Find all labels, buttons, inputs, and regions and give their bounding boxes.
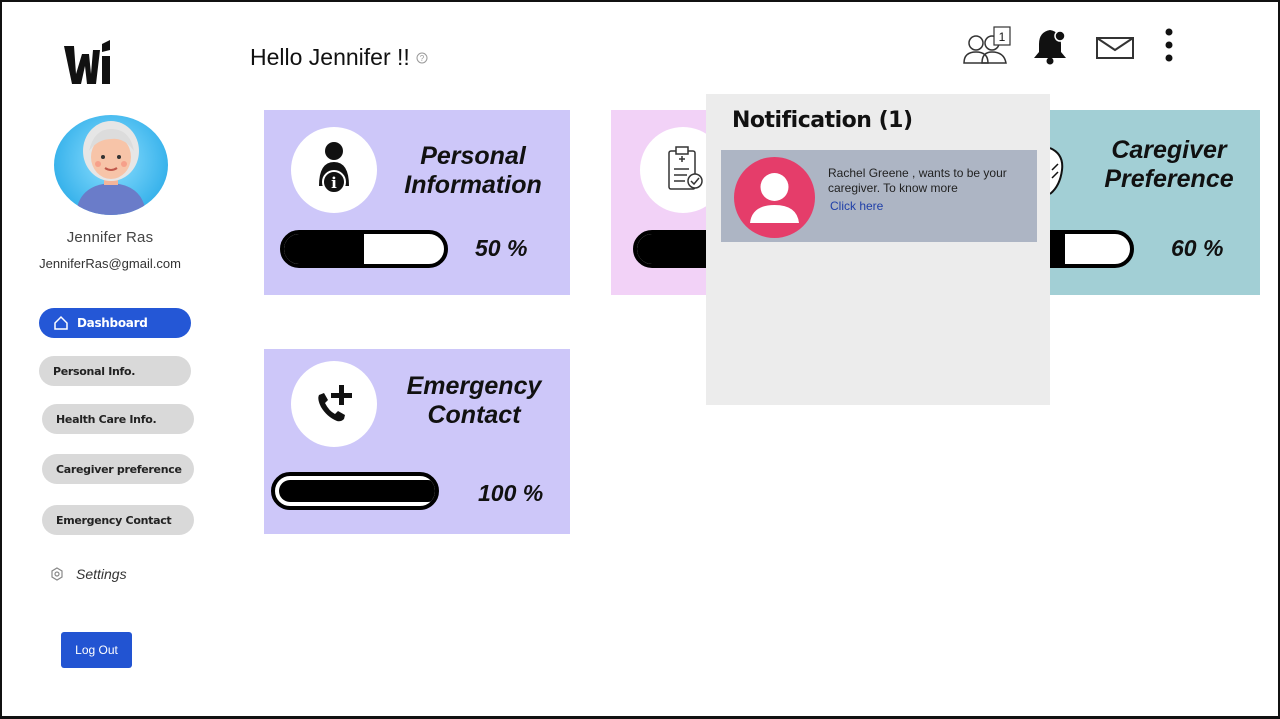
card-health-care-info[interactable] — [611, 110, 801, 295]
notifications-button[interactable] — [1030, 26, 1070, 66]
notification-panel: Notification (1) Rachel Greene , wants t… — [706, 94, 1050, 405]
app-logo — [64, 40, 110, 84]
card-personal-information[interactable]: i Personal Information 50 % — [264, 110, 570, 295]
progress-fill — [279, 480, 435, 502]
user-name: Jennifer Ras — [66, 229, 154, 246]
bell-icon — [1034, 30, 1066, 65]
notification-link[interactable]: Click here — [830, 199, 883, 213]
nav-dashboard-label: Dashboard — [77, 316, 148, 330]
greeting-text: Hello Jennifer !! — [250, 44, 410, 70]
card-title-line: Contact — [427, 401, 521, 429]
clipboard-check-icon — [668, 146, 703, 190]
caregiver-requests-button[interactable]: 1 — [962, 26, 1012, 66]
settings-link[interactable]: Settings — [50, 566, 127, 582]
avatar — [54, 115, 168, 215]
page-title: Hello Jennifer !! ? — [250, 44, 428, 71]
nav-health-care-info[interactable]: Health Care Info. — [42, 404, 194, 434]
progress-bar — [271, 472, 439, 510]
notification-panel-title: Notification (1) — [732, 108, 913, 133]
requests-count-badge: 1 — [999, 30, 1006, 44]
svg-text:i: i — [331, 174, 337, 192]
user-email: JenniferRas@gmail.com — [39, 256, 181, 271]
card-icon-circle — [291, 361, 377, 447]
card-title-line: Caregiver — [1111, 136, 1227, 164]
notification-message: Rachel Greene , wants to be your caregiv… — [828, 166, 1007, 195]
svg-text:?: ? — [420, 54, 425, 63]
person-info-icon: i — [319, 142, 349, 194]
nav-caregiver-preference-label: Caregiver preference — [56, 462, 182, 476]
card-caregiver-preference[interactable]: Caregiver Preference 60 % — [964, 110, 1260, 295]
logout-button[interactable]: Log Out — [61, 632, 132, 668]
card-title-line: Preference — [1104, 165, 1234, 193]
app-frame — [0, 0, 1280, 719]
more-vertical-icon — [1165, 28, 1173, 62]
nav-dashboard[interactable]: Dashboard — [39, 308, 191, 338]
progress-bar — [280, 230, 448, 268]
nav-emergency-contact[interactable]: Emergency Contact — [42, 505, 194, 535]
notification-item[interactable]: Rachel Greene , wants to be your caregiv… — [721, 150, 1037, 242]
users-icon: 1 — [963, 26, 1011, 64]
messages-button[interactable] — [1095, 35, 1135, 61]
handshake-icon — [1050, 147, 1064, 195]
phone-plus-icon — [318, 385, 352, 422]
card-title: Caregiver Preference — [1086, 136, 1252, 194]
gear-icon — [51, 567, 63, 581]
home-icon — [54, 315, 68, 330]
more-menu-button[interactable] — [1158, 26, 1180, 66]
mail-icon — [1096, 37, 1134, 59]
card-emergency-contact[interactable]: Emergency Contact 100 % — [264, 349, 570, 534]
nav-caregiver-preference[interactable]: Caregiver preference — [42, 454, 194, 484]
nav-emergency-contact-label: Emergency Contact — [56, 513, 172, 527]
card-title-line: Emergency — [406, 372, 542, 400]
user-icon — [750, 173, 799, 223]
help-icon[interactable]: ? — [416, 52, 428, 64]
nav-health-care-info-label: Health Care Info. — [56, 412, 157, 426]
avatar — [734, 157, 815, 238]
card-title-line: Personal — [420, 142, 526, 170]
card-title: Personal Information — [390, 142, 556, 200]
nav-personal-info[interactable]: Personal Info. — [39, 356, 191, 386]
progress-percent: 60 % — [1171, 235, 1224, 261]
card-title: Emergency Contact — [390, 372, 558, 430]
progress-percent: 100 % — [478, 480, 544, 506]
nav-personal-info-label: Personal Info. — [53, 364, 136, 378]
progress-fill — [284, 234, 364, 264]
settings-label: Settings — [76, 566, 127, 582]
card-title-line: Information — [404, 171, 542, 199]
progress-percent: 50 % — [475, 235, 528, 261]
card-icon-circle: i — [291, 127, 377, 213]
progress-fill — [637, 234, 717, 264]
